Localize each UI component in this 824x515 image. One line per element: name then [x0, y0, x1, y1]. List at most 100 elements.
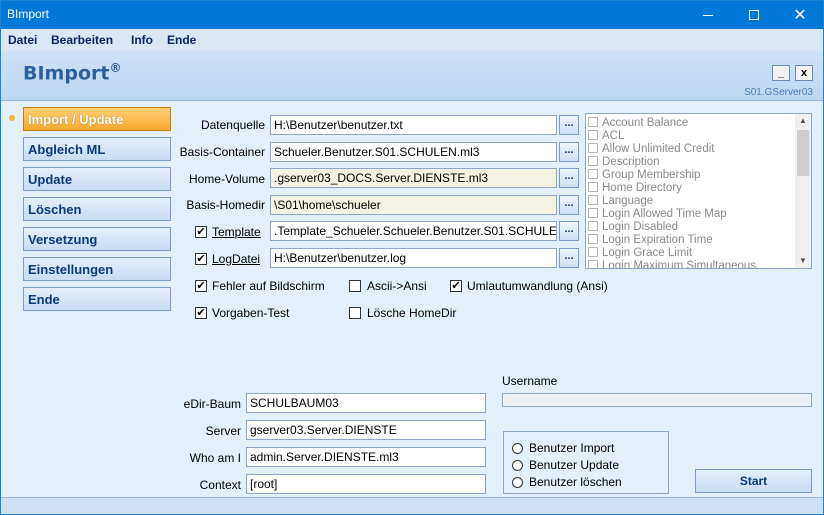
- attribute-checkbox: [588, 117, 598, 127]
- context-label: Context: [199, 478, 241, 492]
- scroll-thumb[interactable]: [797, 130, 809, 176]
- template-browse-button[interactable]: ...: [559, 221, 579, 241]
- whoami-label: Who am I: [189, 451, 241, 465]
- minimize-icon: [703, 14, 713, 16]
- attribute-item[interactable]: Login Expiration Time: [588, 234, 713, 247]
- fehler-checkbox[interactable]: ✔: [195, 280, 207, 292]
- username-label: Username: [502, 374, 558, 388]
- attribute-checkbox: [588, 195, 598, 205]
- nav-panel: Import / Update Abgleich ML Update Lösch…: [23, 107, 171, 317]
- attribute-checkbox: [588, 234, 598, 244]
- scroll-down-icon[interactable]: ▼: [795, 254, 811, 268]
- attribute-item[interactable]: Login Allowed Time Map: [588, 208, 727, 221]
- loeschen-radio-label: Benutzer löschen: [529, 475, 622, 489]
- action-group: Benutzer Import Benutzer Update Benutzer…: [503, 431, 669, 494]
- import-radio-label: Benutzer Import: [529, 441, 615, 455]
- edir-field[interactable]: SCHULBAUM03: [246, 393, 486, 413]
- attribute-item[interactable]: ACL: [588, 130, 624, 143]
- logdatei-label: LogDatei: [212, 252, 261, 266]
- attribute-checkbox: [588, 169, 598, 179]
- scroll-up-icon[interactable]: ▲: [795, 114, 811, 128]
- logdatei-field[interactable]: H:\Benutzer\benutzer.log: [270, 248, 557, 268]
- maximize-button[interactable]: [731, 1, 777, 29]
- update-radio[interactable]: [512, 460, 523, 471]
- server-field[interactable]: gserver03.Server.DIENSTE: [246, 420, 486, 440]
- app-close-button[interactable]: x: [795, 65, 813, 81]
- app-minimize-button[interactable]: _: [772, 65, 790, 81]
- ascii-label: Ascii->Ansi: [367, 279, 427, 293]
- attribute-item[interactable]: Login Disabled: [588, 221, 678, 234]
- basis-homedir-field[interactable]: \S01\home\schueler: [270, 195, 557, 215]
- nav-einstellungen[interactable]: Einstellungen: [23, 257, 171, 281]
- basis-container-field[interactable]: Schueler.Benutzer.S01.SCHULEN.ml3: [270, 142, 557, 162]
- home-volume-label: Home-Volume: [188, 172, 265, 186]
- active-indicator-icon: [9, 115, 15, 121]
- basis-homedir-label: Basis-Homedir: [186, 198, 265, 212]
- attribute-checkbox: [588, 208, 598, 218]
- attribute-checkbox: [588, 130, 598, 140]
- attribute-list[interactable]: Account Balance ACL Allow Unlimited Cred…: [585, 113, 812, 269]
- basis-homedir-browse-button[interactable]: ...: [559, 195, 579, 215]
- umlaut-checkbox[interactable]: ✔: [450, 280, 462, 292]
- update-radio-label: Benutzer Update: [529, 458, 620, 472]
- attribute-item[interactable]: Login Maximum Simultaneous: [588, 260, 756, 268]
- attribute-checkbox: [588, 143, 598, 153]
- start-button[interactable]: Start: [695, 469, 812, 493]
- context-field[interactable]: [root]: [246, 474, 486, 494]
- menu-bar: Datei Bearbeiten Info Ende: [1, 29, 823, 51]
- ascii-checkbox[interactable]: [349, 280, 361, 292]
- attribute-checkbox: [588, 260, 598, 268]
- vorgaben-checkbox[interactable]: ✔: [195, 307, 207, 319]
- logdatei-browse-button[interactable]: ...: [559, 248, 579, 268]
- attribute-checkbox: [588, 182, 598, 192]
- menu-bearbeiten[interactable]: Bearbeiten: [51, 33, 113, 47]
- attribute-checkbox: [588, 156, 598, 166]
- close-button[interactable]: ✕: [777, 1, 823, 29]
- menu-datei[interactable]: Datei: [8, 33, 37, 47]
- import-radio[interactable]: [512, 443, 523, 454]
- nav-versetzung[interactable]: Versetzung: [23, 227, 171, 251]
- username-field[interactable]: [502, 393, 812, 407]
- logdatei-checkbox[interactable]: ✔: [195, 253, 207, 265]
- loesche-checkbox[interactable]: [349, 307, 361, 319]
- attribute-item[interactable]: Group Membership: [588, 169, 700, 182]
- datenquelle-label: Datenquelle: [200, 118, 265, 132]
- title-bar: BImport ✕: [1, 1, 823, 29]
- attribute-item[interactable]: Language: [588, 195, 653, 208]
- attribute-scrollbar[interactable]: ▲ ▼: [795, 114, 811, 268]
- status-bar: [1, 497, 823, 514]
- nav-import-update[interactable]: Import / Update: [23, 107, 171, 131]
- maximize-icon: [749, 10, 759, 20]
- basis-container-browse-button[interactable]: ...: [559, 142, 579, 162]
- fehler-label: Fehler auf Bildschirm: [212, 279, 325, 293]
- loeschen-radio[interactable]: [512, 477, 523, 488]
- nav-update[interactable]: Update: [23, 167, 171, 191]
- nav-ende[interactable]: Ende: [23, 287, 171, 311]
- close-icon: ✕: [793, 7, 807, 24]
- menu-info[interactable]: Info: [131, 33, 153, 47]
- nav-abgleich-ml[interactable]: Abgleich ML: [23, 137, 171, 161]
- loesche-label: Lösche HomeDir: [367, 306, 457, 320]
- attribute-item[interactable]: Allow Unlimited Credit: [588, 143, 714, 156]
- home-volume-field[interactable]: .gserver03_DOCS.Server.DIENSTE.ml3: [270, 168, 557, 188]
- attribute-item[interactable]: Description: [588, 156, 660, 169]
- home-volume-browse-button[interactable]: ...: [559, 168, 579, 188]
- template-field[interactable]: .Template_Schueler.Schueler.Benutzer.S01…: [270, 221, 557, 241]
- app-title: BImport®: [23, 61, 122, 85]
- attribute-item[interactable]: Login Grace Limit: [588, 247, 692, 260]
- server-label: S01.GServer03: [744, 87, 813, 98]
- minimize-button[interactable]: [685, 1, 731, 29]
- template-checkbox[interactable]: ✔: [195, 226, 207, 238]
- main-window: BImport ✕ Datei Bearbeiten Info Ende BIm…: [0, 0, 824, 515]
- vorgaben-label: Vorgaben-Test: [212, 306, 290, 320]
- window-title: BImport: [7, 7, 50, 21]
- datenquelle-field[interactable]: H:\Benutzer\benutzer.txt: [270, 115, 557, 135]
- attribute-item[interactable]: Home Directory: [588, 182, 682, 195]
- basis-container-label: Basis-Container: [179, 145, 265, 159]
- datenquelle-browse-button[interactable]: ...: [559, 115, 579, 135]
- umlaut-label: Umlautumwandlung (Ansi): [467, 279, 608, 293]
- menu-ende[interactable]: Ende: [167, 33, 196, 47]
- attribute-item[interactable]: Account Balance: [588, 117, 688, 130]
- nav-loeschen[interactable]: Löschen: [23, 197, 171, 221]
- whoami-field[interactable]: admin.Server.DIENSTE.ml3: [246, 447, 486, 467]
